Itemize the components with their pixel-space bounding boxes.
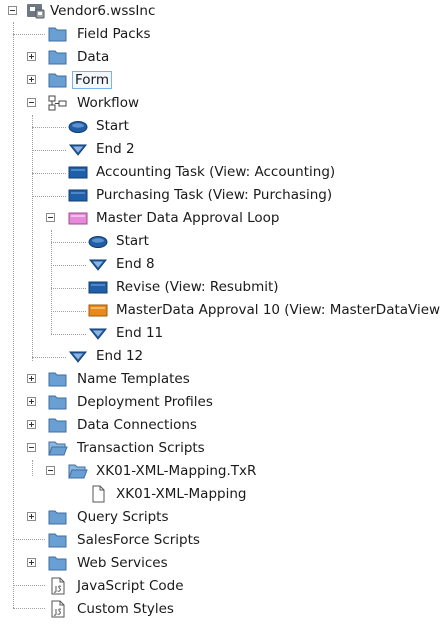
tree-item-workflow[interactable]: Workflow (0, 92, 441, 114)
collapse-toggle[interactable] (46, 213, 55, 222)
expand-toggle[interactable] (27, 374, 36, 383)
tree-item-label: Data (77, 49, 110, 65)
folder-icon (48, 48, 68, 66)
tree-item-end-8[interactable]: End 8 (0, 253, 441, 275)
end-event-icon (68, 140, 88, 158)
tree-item-mapping-folder[interactable]: XK01-XML-Mapping.TxR (0, 460, 441, 482)
tree-item-masterdata-approval[interactable]: MasterData Approval 10 (View: MasterData… (0, 299, 441, 321)
tree-item-salesforce-scripts[interactable]: SalesForce Scripts (0, 529, 441, 551)
open-folder-icon (48, 439, 68, 457)
tree-item-end-11[interactable]: End 11 (0, 322, 441, 344)
tree-item-javascript-code[interactable]: JavaScript Code (0, 575, 441, 597)
folder-icon (48, 393, 68, 411)
js-file-icon (48, 577, 68, 595)
tree-item-label: End 2 (96, 141, 135, 157)
folder-icon (48, 508, 68, 526)
tree-item-label: XK01-XML-Mapping (116, 486, 247, 502)
tree-item-query-scripts[interactable]: Query Scripts (0, 506, 441, 528)
collapse-toggle[interactable] (8, 6, 17, 15)
folder-icon (48, 416, 68, 434)
end-event-icon (88, 324, 108, 342)
tree-item-label: Purchasing Task (View: Purchasing) (96, 187, 333, 203)
tree-item-label: JavaScript Code (77, 578, 184, 594)
tree-item-loop-start[interactable]: Start (0, 230, 441, 252)
end-event-icon (68, 347, 88, 365)
start-event-icon (88, 232, 108, 250)
task-icon (68, 186, 88, 204)
tree-item-label: Deployment Profiles (77, 394, 213, 410)
tree-item-end-2[interactable]: End 2 (0, 138, 441, 160)
tree-item-label: XK01-XML-Mapping.TxR (96, 463, 257, 479)
folder-icon (48, 531, 68, 549)
tree-item-label: SalesForce Scripts (77, 532, 200, 548)
tree-item-custom-styles[interactable]: Custom Styles (0, 598, 441, 620)
approval-task-icon (88, 301, 108, 319)
tree-item-label: Workflow (77, 95, 139, 111)
tree-item-label: Revise (View: Resubmit) (116, 279, 279, 295)
tree-item-deployment-profiles[interactable]: Deployment Profiles (0, 391, 441, 413)
tree-item-revise[interactable]: Revise (View: Resubmit) (0, 276, 441, 298)
tree-item-label: End 8 (116, 256, 155, 272)
start-event-icon (68, 117, 88, 135)
project-icon (26, 2, 46, 20)
js-file-icon (48, 600, 68, 618)
tree-item-label: Field Packs (77, 26, 151, 42)
tree-item-label: Accounting Task (View: Accounting) (96, 164, 336, 180)
tree-item-label: Custom Styles (77, 601, 174, 617)
tree-root[interactable]: Vendor6.wssInc (0, 0, 441, 22)
tree-item-field-packs[interactable]: Field Packs (0, 23, 441, 45)
folder-icon (48, 370, 68, 388)
tree-item-label: MasterData Approval 10 (View: MasterData… (116, 302, 441, 318)
tree-item-name-templates[interactable]: Name Templates (0, 368, 441, 390)
tree-item-transaction-scripts[interactable]: Transaction Scripts (0, 437, 441, 459)
tree-item-start[interactable]: Start (0, 115, 441, 137)
expand-toggle[interactable] (27, 52, 36, 61)
expand-toggle[interactable] (27, 397, 36, 406)
tree-item-label: Data Connections (77, 417, 197, 433)
tree-item-label: Web Services (77, 555, 168, 571)
loop-icon (68, 209, 88, 227)
folder-icon (48, 25, 68, 43)
tree-item-label: Master Data Approval Loop (96, 210, 280, 226)
task-icon (68, 163, 88, 181)
tree-item-web-services[interactable]: Web Services (0, 552, 441, 574)
document-icon (88, 485, 108, 503)
collapse-toggle[interactable] (27, 98, 36, 107)
tree-item-end-12[interactable]: End 12 (0, 345, 441, 367)
tree-item-form[interactable]: Form (0, 69, 441, 91)
tree-item-label: Query Scripts (77, 509, 169, 525)
expand-toggle[interactable] (27, 75, 36, 84)
tree-item-label: End 11 (116, 325, 164, 341)
tree-item-label: Form (72, 71, 113, 89)
expand-toggle[interactable] (27, 420, 36, 429)
open-folder-icon (68, 462, 88, 480)
tree-item-accounting-task[interactable]: Accounting Task (View: Accounting) (0, 161, 441, 183)
project-tree: Vendor6.wssInc Field Packs Data Form Wor… (0, 0, 441, 629)
expand-toggle[interactable] (27, 512, 36, 521)
tree-item-label: Vendor6.wssInc (50, 3, 156, 19)
folder-icon (48, 71, 68, 89)
expand-toggle[interactable] (27, 558, 36, 567)
tree-item-mapping-file[interactable]: XK01-XML-Mapping (0, 483, 441, 505)
tree-item-label: Start (116, 233, 149, 249)
workflow-icon (48, 94, 68, 112)
tree-item-label: End 12 (96, 348, 144, 364)
tree-item-label: Transaction Scripts (77, 440, 205, 456)
tree-item-purchasing-task[interactable]: Purchasing Task (View: Purchasing) (0, 184, 441, 206)
end-event-icon (88, 255, 108, 273)
tree-item-data[interactable]: Data (0, 46, 441, 68)
tree-item-label: Name Templates (77, 371, 190, 387)
tree-item-data-connections[interactable]: Data Connections (0, 414, 441, 436)
tree-item-master-data-approval-loop[interactable]: Master Data Approval Loop (0, 207, 441, 229)
tree-item-label: Start (96, 118, 129, 134)
folder-icon (48, 554, 68, 572)
collapse-toggle[interactable] (27, 443, 36, 452)
collapse-toggle[interactable] (46, 466, 55, 475)
task-icon (88, 278, 108, 296)
